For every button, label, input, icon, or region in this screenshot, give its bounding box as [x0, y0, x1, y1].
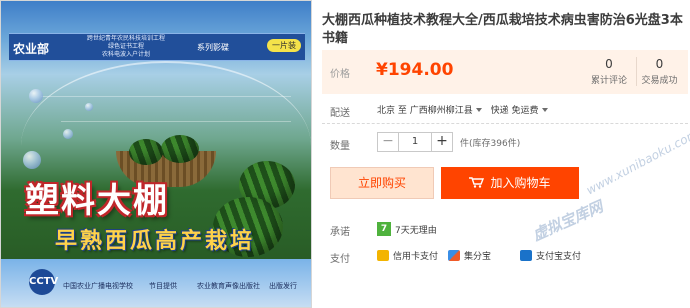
product-title: 大棚西瓜种植技术教程大全/西瓜栽培技术病虫害防治6光盘3本书籍	[322, 13, 683, 46]
chevron-down-icon	[475, 108, 482, 112]
stock-info: 件(库存396件)	[460, 139, 521, 149]
divider	[322, 123, 688, 124]
greenhouse-frame-line	[61, 121, 291, 122]
shipping-label: 配送	[330, 108, 350, 119]
greenhouse-frame-line	[41, 96, 291, 97]
decor-bubble	[63, 129, 73, 139]
decor-bubble	[85, 103, 93, 111]
reviews-count: 0	[605, 57, 613, 71]
promise-label: 承诺	[330, 227, 350, 238]
decor-bubble	[23, 151, 41, 169]
cover-program-lines: 跨世纪青年农民科技培训工程 绿色证书工程 农科电波入户计划	[86, 35, 165, 58]
deals-label: 交易成功	[641, 76, 678, 86]
cover-bottom-band: CCTV 中国农业广播电视学校 节目提供 农业教育声像出版社 出版发行	[1, 259, 311, 307]
alipay-icon	[520, 250, 532, 261]
payment-jifenbao[interactable]: 集分宝	[448, 249, 491, 263]
quantity-stepper: − 1 +	[377, 132, 453, 152]
credit-card-icon	[377, 250, 389, 261]
shipping-from: 北京 至	[377, 106, 407, 116]
jifenbao-icon	[448, 250, 460, 261]
cover-series-tag: 系列影碟	[197, 43, 229, 52]
quantity-decrease-button[interactable]: −	[377, 132, 399, 152]
price-value: ¥194.00	[376, 60, 454, 80]
cover-disc-count: 一片装	[267, 39, 301, 52]
cover-credit: 农业教育声像出版社	[197, 282, 260, 290]
cover-credit: 节目提供	[149, 282, 177, 290]
watermark-url: www.xunibaoku.com	[583, 126, 690, 198]
cover-series-label: 农业部	[13, 42, 50, 56]
watermark-site: 虚拟宝库网	[529, 197, 606, 245]
shipping-info: 北京 至 广西柳州柳江县 快递 免运费	[377, 103, 554, 116]
reviews-stat[interactable]: 0 累计评论	[586, 57, 632, 86]
quantity-label: 数量	[330, 141, 350, 152]
payment-alipay[interactable]: 支付宝支付	[520, 249, 581, 263]
decor-bubble	[29, 89, 43, 103]
chevron-down-icon	[541, 108, 548, 112]
cart-icon	[469, 177, 485, 188]
promise-text[interactable]: 7天无理由	[395, 223, 437, 236]
price-panel: 价格 ¥194.00 0 累计评论 0 交易成功	[322, 50, 688, 94]
quantity-increase-button[interactable]: +	[431, 132, 453, 152]
cover-credit: 中国农业广播电视学校	[63, 282, 133, 290]
cover-credit: 出版发行	[269, 282, 297, 290]
buy-now-button[interactable]: 立即购买	[330, 167, 434, 199]
deals-count: 0	[655, 57, 664, 71]
add-to-cart-button[interactable]: 加入购物车	[441, 167, 579, 199]
watermelon	[129, 139, 163, 165]
reviews-label: 累计评论	[590, 76, 627, 86]
watermelon	[161, 135, 199, 163]
cctv-logo-icon: CCTV	[29, 269, 58, 295]
quantity-input[interactable]: 1	[399, 132, 431, 152]
price-label: 价格	[330, 69, 350, 80]
cover-top-band: 农业部 跨世纪青年农民科技培训工程 绿色证书工程 农科电波入户计划 系列影碟 一…	[9, 33, 305, 61]
cover-main-title: 塑料大棚	[25, 181, 169, 221]
seven-day-return-icon: 7	[377, 222, 391, 236]
cover-subtitle: 早熟西瓜高产栽培	[55, 228, 256, 254]
payment-credit-card[interactable]: 信用卡支付	[377, 249, 438, 263]
payment-label: 支付	[330, 254, 350, 265]
shipping-method-select[interactable]: 快递 免运费	[491, 106, 554, 116]
shipping-destination-select[interactable]: 广西柳州柳江县	[410, 106, 488, 116]
product-image[interactable]: 农业部 跨世纪青年农民科技培训工程 绿色证书工程 农科电波入户计划 系列影碟 一…	[0, 0, 312, 308]
deals-stat: 0 交易成功	[636, 57, 682, 86]
add-to-cart-label: 加入购物车	[490, 176, 551, 190]
